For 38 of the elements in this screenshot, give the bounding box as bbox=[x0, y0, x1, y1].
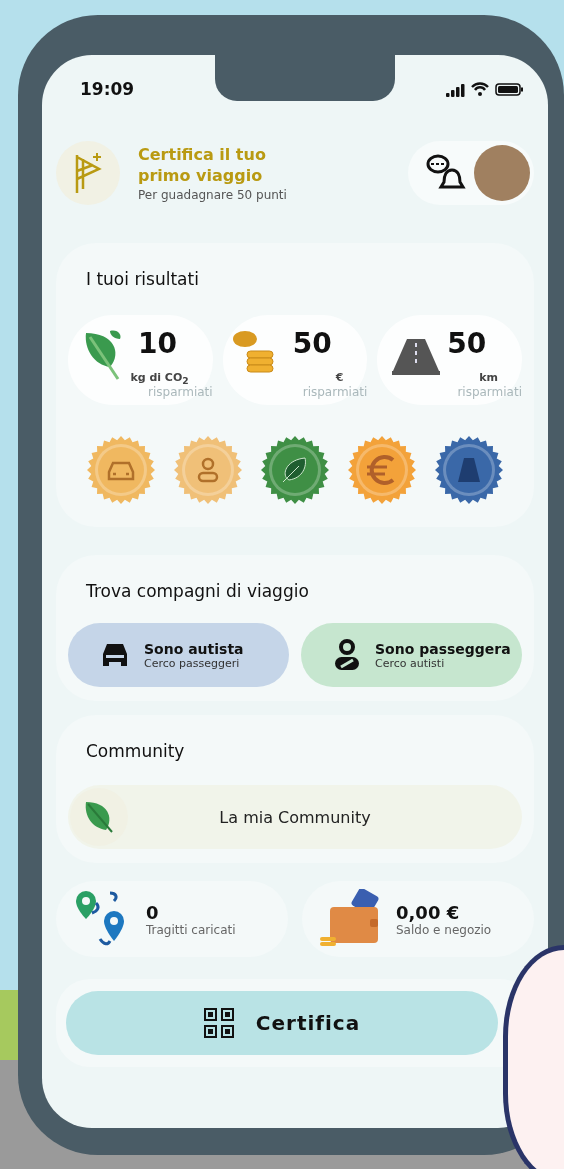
leaf-icon bbox=[84, 800, 114, 834]
section-title: Trova compagni di viaggio bbox=[85, 581, 310, 601]
stat-label: risparmiati bbox=[302, 385, 368, 399]
section-title: Community bbox=[85, 741, 186, 761]
wifi-icon bbox=[470, 82, 490, 96]
summary-label: Saldo e negozio bbox=[396, 922, 492, 937]
role-button[interactable]: Sono passeggera Cerco autisti bbox=[301, 623, 522, 687]
role-title: Sono autista bbox=[144, 640, 244, 657]
stat-label: risparmiati bbox=[148, 385, 213, 399]
battery-icon bbox=[495, 83, 523, 96]
road-icon bbox=[391, 337, 442, 377]
person-icon bbox=[333, 639, 361, 671]
status-time: 19:09 bbox=[80, 79, 135, 99]
signal-icon bbox=[446, 84, 465, 97]
stat-value: 50 bbox=[292, 327, 332, 360]
role-subtitle: Cerco autisti bbox=[375, 656, 445, 670]
role-subtitle: Cerco passeggeri bbox=[144, 656, 241, 670]
stat-unit: km bbox=[479, 371, 498, 384]
stat-value: 50 bbox=[447, 327, 487, 360]
certify-button[interactable]: Certifica bbox=[66, 991, 498, 1055]
promo-subtitle: Per guadagnare 50 punti bbox=[138, 188, 288, 202]
section-title: I tuoi risultati bbox=[85, 269, 200, 289]
car-icon bbox=[100, 642, 130, 668]
summary-label: Tragitti caricati bbox=[146, 922, 236, 937]
qr-code-icon bbox=[203, 1008, 234, 1038]
summary-pill[interactable]: 0 Tragitti caricati bbox=[56, 881, 288, 957]
community-button[interactable]: La mia Community bbox=[68, 785, 522, 849]
stat-unit: € bbox=[335, 371, 344, 384]
role-title: Sono passeggera bbox=[375, 640, 511, 657]
promo-title: Certifica il tuo primo viaggio bbox=[138, 144, 267, 186]
stat-value: 10 bbox=[138, 327, 177, 360]
profile-avatar[interactable] bbox=[474, 145, 530, 201]
summary-value: 0 bbox=[146, 901, 160, 923]
summary-value: 0,00 € bbox=[396, 901, 461, 923]
stat-unit: kg di CO$_{2}$ bbox=[130, 371, 189, 387]
stat-label: risparmiati bbox=[457, 385, 522, 399]
role-button[interactable]: Sono autista Cerco passeggeri bbox=[68, 623, 289, 687]
summary-pill[interactable]: 0,00 € Saldo e negozio bbox=[302, 881, 534, 957]
